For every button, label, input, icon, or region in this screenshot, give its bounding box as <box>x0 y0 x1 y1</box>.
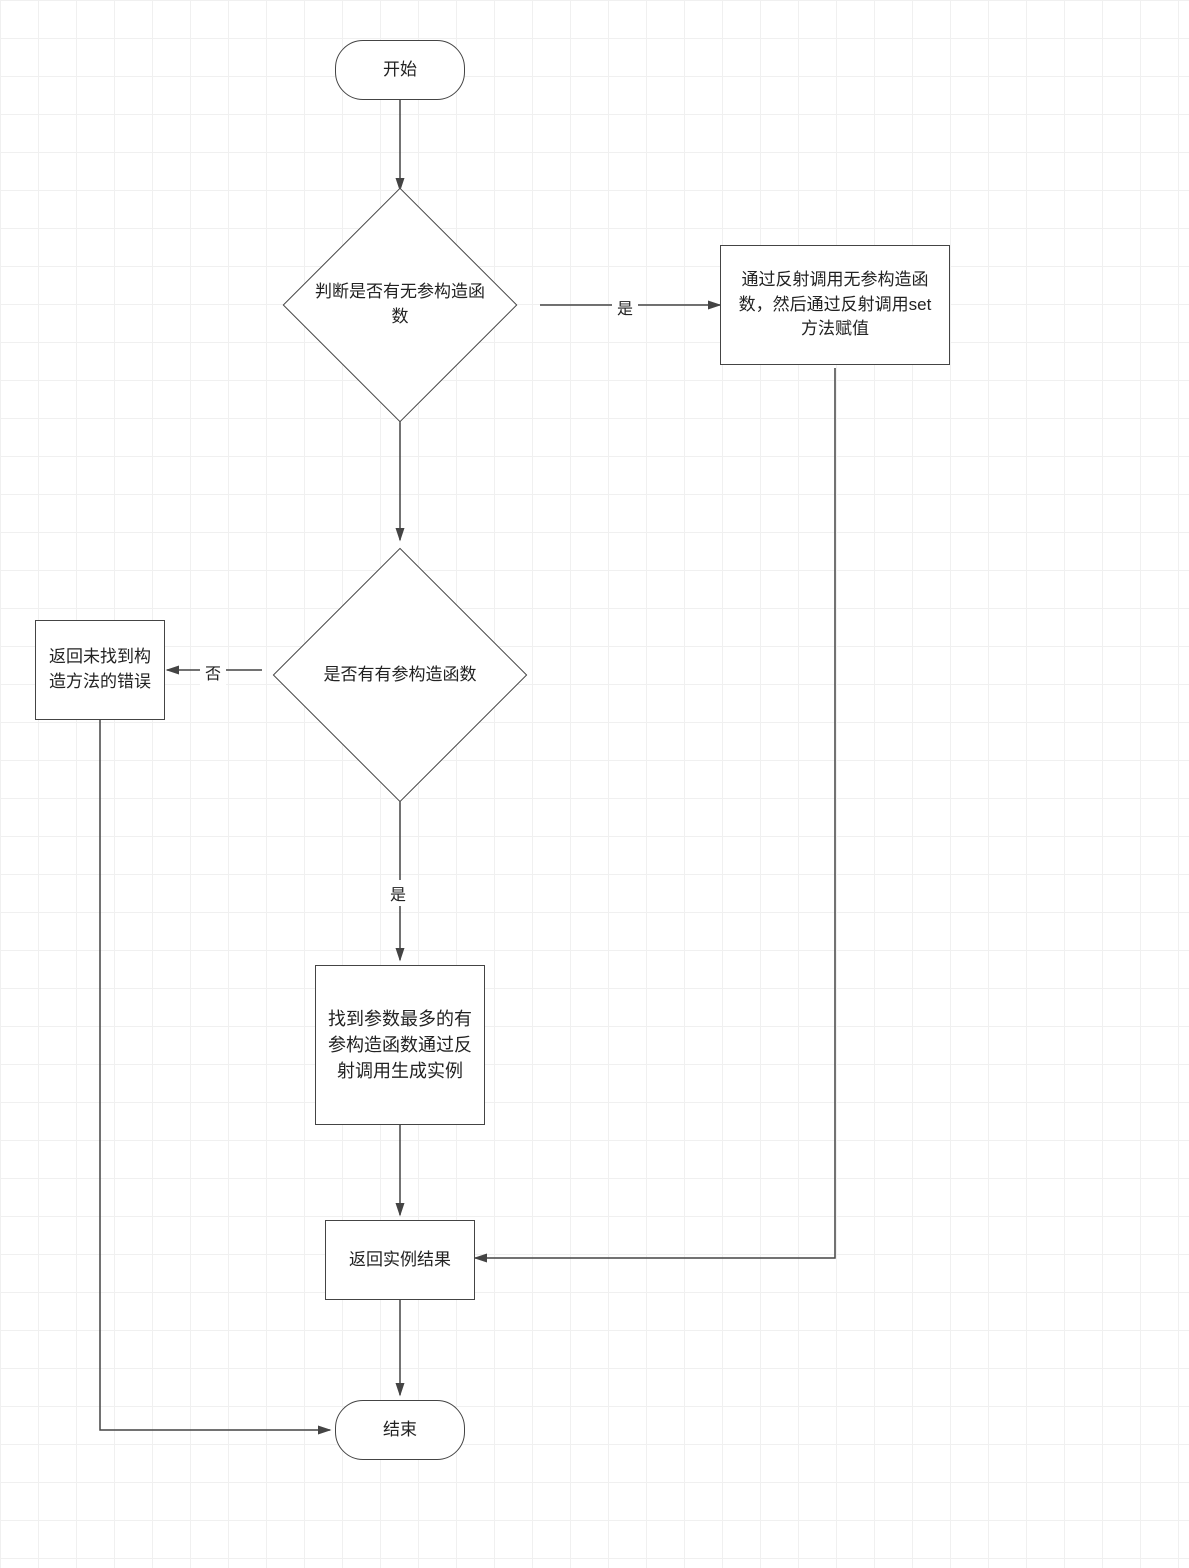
process-mid-label: 找到参数最多的有参构造函数通过反射调用生成实例 <box>326 1006 474 1084</box>
result-label: 返回实例结果 <box>349 1248 451 1273</box>
process-reflect-paramed: 找到参数最多的有参构造函数通过反射调用生成实例 <box>315 965 485 1125</box>
process-error-no-constructor: 返回未找到构造方法的错误 <box>35 620 165 720</box>
process-reflect-noarg: 通过反射调用无参构造函数，然后通过反射调用set方法赋值 <box>720 245 950 365</box>
edge-no2-label: 否 <box>200 659 226 685</box>
decision-noarg-constructor: 判断是否有无参构造函数 <box>290 195 510 415</box>
process-right-label: 通过反射调用无参构造函数，然后通过反射调用set方法赋值 <box>731 268 939 342</box>
end-node: 结束 <box>335 1400 465 1460</box>
start-node: 开始 <box>335 40 465 100</box>
edge-yes2-label: 是 <box>385 880 411 906</box>
edge-yes1-label: 是 <box>612 294 638 320</box>
decision-paramed-constructor: 是否有有参构造函数 <box>262 545 538 805</box>
decision1-label: 判断是否有无参构造函数 <box>310 280 490 329</box>
decision2-label: 是否有有参构造函数 <box>324 663 477 688</box>
process-left-label: 返回未找到构造方法的错误 <box>46 645 154 694</box>
flow-edges <box>0 0 1189 1568</box>
result-node: 返回实例结果 <box>325 1220 475 1300</box>
end-label: 结束 <box>383 1418 417 1443</box>
start-label: 开始 <box>383 58 417 83</box>
